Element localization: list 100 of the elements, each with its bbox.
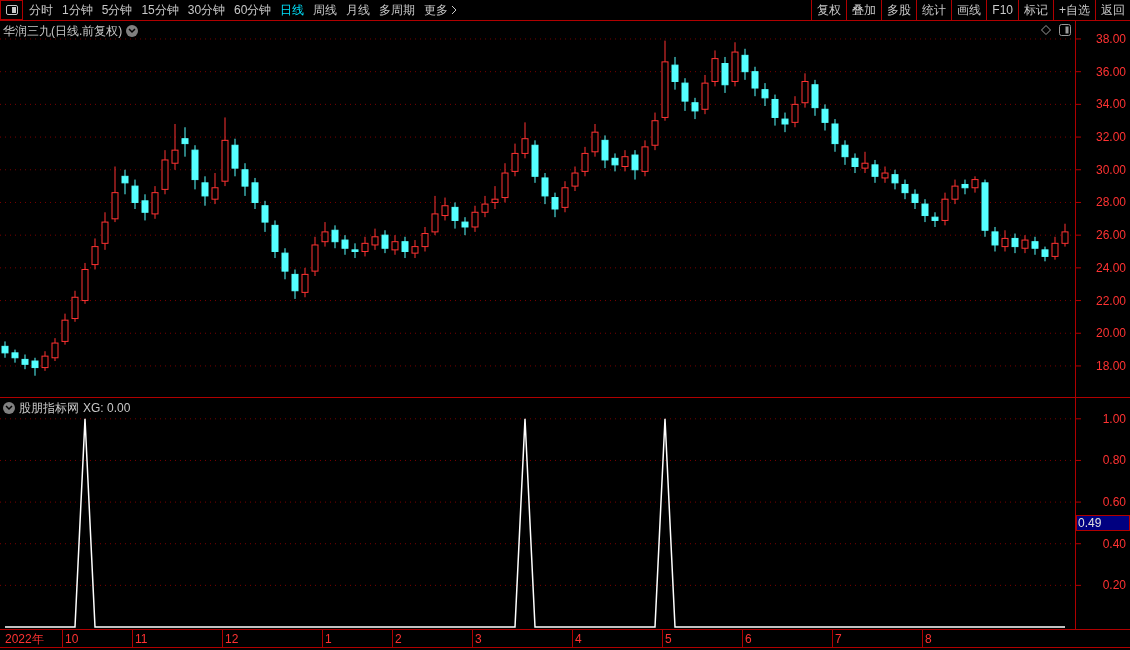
candlestick [571,166,579,192]
indicator-reading: : 0.00 [100,400,131,417]
toolbar-button[interactable]: 复权 [811,0,847,20]
candlestick [321,221,329,248]
candlestick [151,185,159,220]
candlestick [351,242,359,259]
candlestick [761,82,769,107]
candlestick [591,123,599,158]
candlestick [301,267,309,298]
candlestick [711,49,719,87]
candlestick [411,239,419,259]
candlestick [931,211,939,228]
axis-label: 22.00 [1095,293,1126,308]
candlestick [951,179,959,205]
date-label: 1 [325,632,332,646]
candlestick [1,340,9,359]
candlestick [281,247,289,280]
candlestick [181,126,189,158]
date-label: 4 [575,632,582,646]
date-label: 10 [65,632,79,646]
candlestick [21,354,29,370]
axis-label: 0.20 [1102,578,1126,593]
toolbar-button[interactable]: 统计 [916,0,952,20]
axis-label: 0.80 [1102,453,1126,468]
candlestick [291,268,299,300]
candlestick [121,169,129,195]
axis-label: 0.40 [1102,536,1126,551]
candlestick [801,72,809,109]
candlestick [961,179,969,195]
candlestick [601,134,609,169]
candlestick [741,48,749,81]
candlestick [751,66,759,97]
candlestick [1061,223,1069,248]
candlestick [941,192,949,226]
candlestick [1001,229,1009,252]
candlestick [1031,236,1039,256]
panel-toggle-icon[interactable] [0,0,23,20]
date-label: 2022年 [5,632,44,646]
candlestick [231,138,239,177]
period-tab[interactable]: 60分钟 [234,1,272,19]
toolbar-button[interactable]: 多股 [881,0,917,20]
candlestick [901,179,909,200]
candlestick [681,77,689,112]
candlestick [491,185,499,210]
date-label: 8 [925,632,932,646]
panel-toggle-icon[interactable] [1059,24,1071,36]
candlestick [881,166,889,184]
candlestick [261,200,269,233]
toolbar-button[interactable]: 标记 [1018,0,1053,20]
candlestick [91,237,99,270]
toolbar-button[interactable]: 返回 [1095,0,1130,20]
candlestick [721,56,729,94]
candlestick [561,180,569,213]
candlestick [41,350,49,372]
candlestick [391,234,399,256]
date-label: 6 [745,632,752,646]
date-label: 12 [225,632,239,646]
chevron-right-icon [451,5,458,15]
candlestick [861,151,869,174]
candlestick [991,226,999,252]
dropdown-icon[interactable] [3,402,15,414]
candlestick [631,149,639,181]
candlestick [871,159,879,184]
period-tab[interactable]: 日线 [280,1,305,19]
period-tab[interactable]: 分时 [29,1,53,19]
axis-label: 26.00 [1095,228,1126,243]
axis-label: 38.00 [1095,32,1126,46]
period-tab[interactable]: 5分钟 [101,1,133,19]
candlestick [1051,236,1059,261]
candlestick [241,162,249,197]
date-label: 2 [395,632,402,646]
candlestick [621,149,629,172]
candlestick [611,152,619,172]
candlestick [141,193,149,221]
period-tab[interactable]: 多周期 [379,1,416,19]
candlestick [401,236,409,259]
candlestick [1011,233,1019,254]
period-tab[interactable]: 30分钟 [187,1,226,19]
axis-label: 32.00 [1095,130,1126,145]
period-tab[interactable]: 15分钟 [141,1,179,19]
cursor-value-label: 0.49 [1076,515,1130,531]
toolbar-button[interactable]: +自选 [1053,0,1095,20]
candlestick [71,290,79,323]
dropdown-icon[interactable] [126,25,139,37]
toolbar-button[interactable]: 画线 [951,0,987,20]
candlestick [341,234,349,256]
candlestick [481,195,489,218]
candlestick [891,169,899,190]
candlestick [921,198,929,223]
candlestick [821,103,829,132]
period-tab[interactable]: 1分钟 [62,1,93,19]
period-tab[interactable]: 月线 [346,1,371,19]
candlestick [371,228,379,251]
candlestick [911,188,919,210]
axis-label: 30.00 [1095,162,1126,177]
toolbar-button[interactable]: F10 [986,0,1018,20]
more-menu[interactable]: 更多 [424,1,458,19]
period-tab[interactable]: 周线 [313,1,338,19]
toolbar-button[interactable]: 叠加 [846,0,882,20]
axis-label: 18.00 [1095,358,1126,373]
